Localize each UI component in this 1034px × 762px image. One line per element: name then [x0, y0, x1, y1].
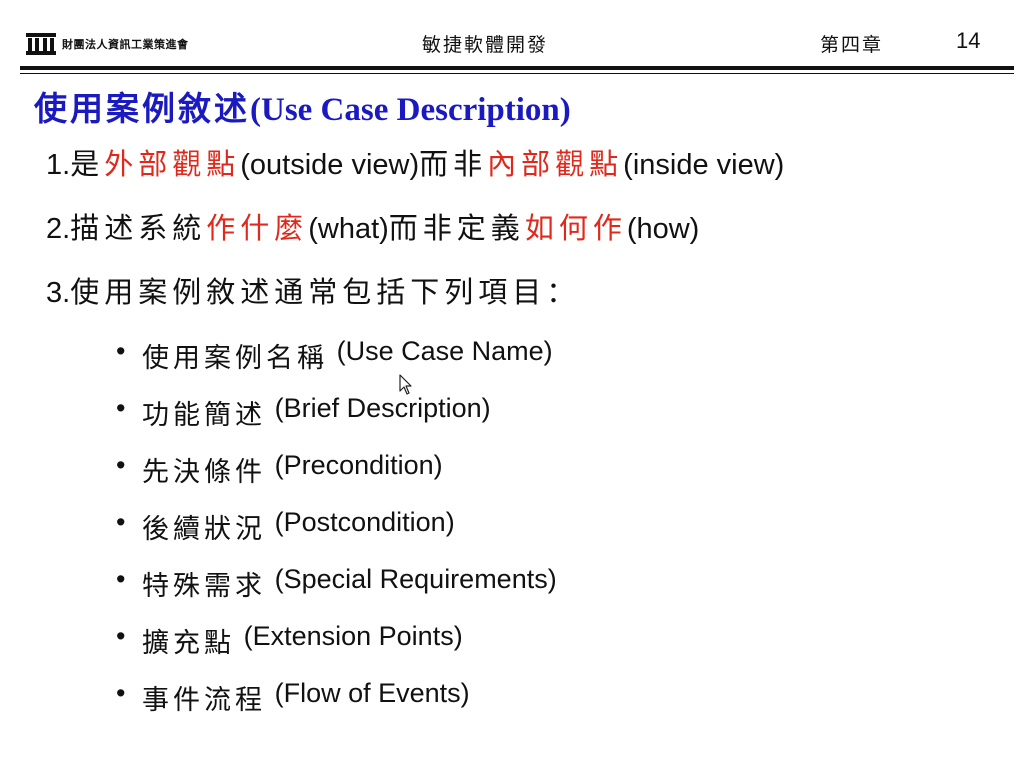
slide-title: 使用案例敘述(Use Case Description) [34, 82, 571, 130]
point-segment-highlight: 作什麼 [206, 211, 309, 245]
point-segment-latin: (what) [308, 213, 389, 245]
point-segment: 是 [70, 147, 105, 181]
point-1: 1.是外部觀點(outside view)而非內部觀點(inside view) [46, 150, 784, 180]
list-item: • 功能簡述 (Brief Description) [116, 393, 557, 450]
header-divider-thick [20, 66, 1014, 70]
list-item-en: (Use Case Name) [336, 336, 553, 366]
use-case-items-list: • 使用案例名稱 (Use Case Name) • 功能簡述 (Brief Des… [116, 336, 557, 735]
point-segment-highlight: 外部觀點 [104, 147, 241, 181]
list-item-cjk: 事件流程 [142, 685, 266, 716]
header-divider-thin [20, 73, 1014, 74]
list-item-cjk: 特殊需求 [142, 571, 266, 602]
slide-title-en: (Use Case Description) [250, 92, 571, 128]
point-number: 1. [46, 149, 71, 181]
point-segment: 使用案例敘述通常包括下列項目： [70, 275, 581, 309]
list-item-cjk: 先決條件 [142, 457, 266, 488]
point-segment: 而非 [419, 147, 488, 181]
mouse-pointer-icon [399, 374, 412, 395]
bullet-icon: • [116, 564, 126, 594]
list-item-en: (Special Requirements) [274, 564, 557, 594]
point-segment: 描述系統 [70, 211, 207, 245]
page-number: 14 [956, 28, 981, 53]
list-item: • 使用案例名稱 (Use Case Name) [116, 336, 557, 393]
bullet-icon: • [116, 678, 126, 708]
org-name: 財團法人資訊工業策進會 [62, 38, 189, 51]
list-item-cjk: 使用案例名稱 [142, 343, 328, 374]
point-segment-highlight: 如何作 [524, 211, 627, 245]
list-item-en: (Flow of Events) [274, 678, 470, 708]
list-item: • 特殊需求 (Special Requirements) [116, 564, 557, 621]
list-item-cjk: 後續狀況 [142, 514, 266, 545]
point-3: 3.使用案例敘述通常包括下列項目： [46, 278, 580, 308]
slide-header: 財團法人資訊工業策進會 敏捷軟體開發 第四章 14 [20, 24, 1014, 66]
point-2: 2.描述系統作什麼(what)而非定義如何作(how) [46, 214, 699, 244]
list-item: • 擴充點 (Extension Points) [116, 621, 557, 678]
bullet-icon: • [116, 393, 126, 423]
list-item: • 先決條件 (Precondition) [116, 450, 557, 507]
point-segment-highlight: 內部觀點 [487, 147, 624, 181]
list-item-en: (Extension Points) [243, 621, 463, 651]
list-item-cjk: 功能簡述 [142, 400, 266, 431]
course-title: 敏捷軟體開發 [422, 34, 549, 56]
list-item: • 事件流程 (Flow of Events) [116, 678, 557, 735]
point-number: 2. [46, 213, 71, 245]
bullet-icon: • [116, 336, 126, 366]
slide-title-cjk: 使用案例敘述 [34, 89, 250, 128]
list-item-en: (Precondition) [274, 450, 443, 480]
org-logo: 財團法人資訊工業策進會 [26, 32, 189, 56]
bullet-icon: • [116, 507, 126, 537]
point-segment-latin: (outside view) [240, 149, 420, 181]
point-segment-latin: (inside view) [623, 149, 785, 181]
chapter-label: 第四章 [820, 34, 884, 56]
bullet-icon: • [116, 450, 126, 480]
list-item: • 後續狀況 (Postcondition) [116, 507, 557, 564]
list-item-en: (Postcondition) [274, 507, 455, 537]
list-item-cjk: 擴充點 [142, 628, 235, 659]
institution-building-icon [26, 33, 56, 55]
point-segment-latin: (how) [626, 213, 700, 245]
list-item-en: (Brief Description) [274, 393, 491, 423]
point-number: 3. [46, 277, 71, 309]
point-segment: 而非定義 [388, 211, 525, 245]
bullet-icon: • [116, 621, 126, 651]
